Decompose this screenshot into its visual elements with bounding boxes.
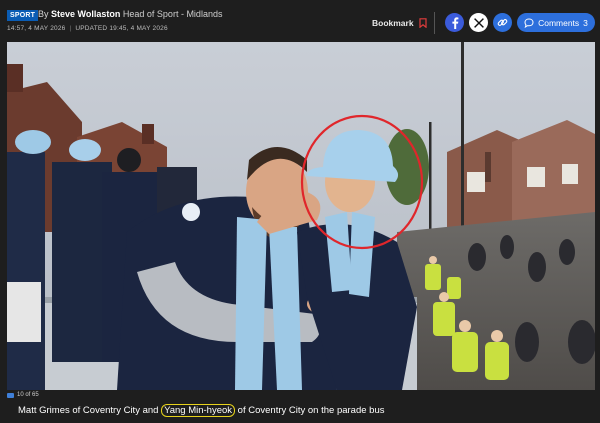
- published-time: 14:57, 4 MAY 2026: [7, 25, 66, 32]
- bookmark-icon: [418, 18, 427, 28]
- updated-label: UPDATED: [75, 25, 108, 32]
- x-share-button[interactable]: [469, 13, 488, 32]
- comments-button[interactable]: Comments 3: [517, 13, 595, 32]
- byline: By Steve Wollaston Head of Sport - Midla…: [38, 9, 222, 19]
- bookmark-label: Bookmark: [372, 18, 414, 28]
- image-counter-text: 10 of 65: [17, 392, 39, 398]
- updated-time: 19:45, 4 MAY 2026: [109, 25, 168, 32]
- copy-link-button[interactable]: [493, 13, 512, 32]
- gallery-photo[interactable]: [7, 42, 595, 390]
- caption-highlighted-name: Yang Min-hyeok: [161, 404, 236, 417]
- link-icon: [497, 19, 508, 26]
- author-name[interactable]: Steve Wollaston: [51, 9, 120, 19]
- comments-label: Comments: [538, 17, 580, 28]
- caption-text-start: Matt Grimes of Coventry City and: [18, 405, 162, 416]
- comments-count: 3: [583, 17, 588, 28]
- byline-prefix: By: [38, 9, 49, 19]
- header-divider: [434, 12, 435, 34]
- caption-text-end: of Coventry City on the parade bus: [235, 405, 385, 416]
- x-icon: [473, 17, 484, 28]
- facebook-share-button[interactable]: [445, 13, 464, 32]
- parade-photo-illustration: [7, 42, 595, 390]
- gallery-footer: 10 of 65 Matt Grimes of Coventry City an…: [0, 390, 600, 423]
- photo-caption: Matt Grimes of Coventry City and Yang Mi…: [18, 404, 385, 417]
- section-badge[interactable]: SPORT: [7, 10, 39, 21]
- article-header: SPORT By Steve Wollaston Head of Sport -…: [0, 0, 600, 42]
- dateline: 14:57, 4 MAY 2026 | UPDATED 19:45, 4 MAY 2…: [7, 25, 168, 32]
- facebook-icon: [451, 16, 458, 29]
- author-role: Head of Sport - Midlands: [122, 9, 223, 19]
- article-gallery-view: SPORT By Steve Wollaston Head of Sport -…: [0, 0, 600, 423]
- comment-bubble-icon: [524, 17, 534, 28]
- bookmark-button[interactable]: Bookmark: [372, 18, 427, 28]
- camera-icon: [7, 392, 14, 398]
- image-counter: 10 of 65: [7, 392, 39, 398]
